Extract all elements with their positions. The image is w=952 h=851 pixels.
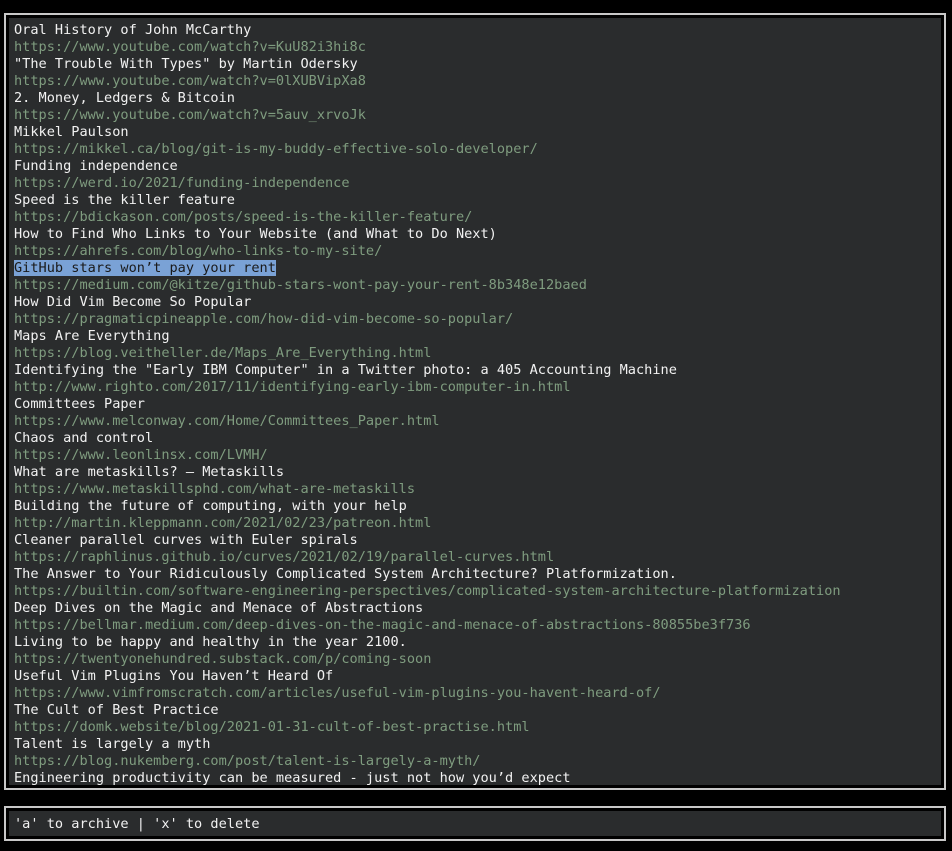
entry-title-text: Engineering productivity can be measured… — [14, 770, 571, 785]
entry-url[interactable]: https://www.metaskillsphd.com/what-are-m… — [14, 481, 941, 498]
list-item[interactable]: Identifying the "Early IBM Computer" in … — [14, 362, 941, 396]
entry-title: Engineering productivity can be measured… — [14, 770, 941, 785]
entry-url[interactable]: https://www.youtube.com/watch?v=5auv_xrv… — [14, 107, 941, 124]
list-item[interactable]: Talent is largely a myth https://blog.nuk… — [14, 736, 941, 770]
selected-entry-title: GitHub stars won’t pay your rent — [14, 260, 276, 276]
entry-title-text: Building the future of computing, with y… — [14, 498, 407, 514]
entry-title-text: The Cult of Best Practice — [14, 702, 219, 718]
entry-url[interactable]: http://www.righto.com/2017/11/identifyin… — [14, 379, 941, 396]
entry-title: Mikkel Paulson — [14, 124, 941, 141]
reading-list-pane: Oral History of John McCarthy https://www… — [4, 13, 946, 790]
entry-title: Committees Paper — [14, 396, 941, 413]
entry-title-text: Talent is largely a myth — [14, 736, 211, 752]
entry-url[interactable]: https://werd.io/2021/funding-independenc… — [14, 175, 941, 192]
list-item[interactable]: "The Trouble With Types" by Martin Oders… — [14, 56, 941, 90]
entry-title: How Did Vim Become So Popular — [14, 294, 941, 311]
entry-url[interactable]: https://raphlinus.github.io/curves/2021/… — [14, 549, 941, 566]
entry-title-text: Useful Vim Plugins You Haven’t Heard Of — [14, 668, 334, 684]
entry-title: Deep Dives on the Magic and Menace of Ab… — [14, 600, 941, 617]
list-item[interactable]: Deep Dives on the Magic and Menace of Ab… — [14, 600, 941, 634]
entry-title: Chaos and control — [14, 430, 941, 447]
list-item[interactable]: Cleaner parallel curves with Euler spira… — [14, 532, 941, 566]
list-item[interactable]: Useful Vim Plugins You Haven’t Heard Of h… — [14, 668, 941, 702]
entry-title: The Cult of Best Practice — [14, 702, 941, 719]
entry-url[interactable]: https://mikkel.ca/blog/git-is-my-buddy-e… — [14, 141, 941, 158]
list-item[interactable]: Mikkel Paulson https://mikkel.ca/blog/git… — [14, 124, 941, 158]
entry-title-text: How to Find Who Links to Your Website (a… — [14, 226, 497, 242]
entry-title-text: Deep Dives on the Magic and Menace of Ab… — [14, 600, 424, 616]
entry-url[interactable]: https://blog.nukemberg.com/post/talent-i… — [14, 753, 941, 770]
entry-url[interactable]: https://www.melconway.com/Home/Committee… — [14, 413, 941, 430]
entry-title-text: Cleaner parallel curves with Euler spira… — [14, 532, 358, 548]
entry-title: Cleaner parallel curves with Euler spira… — [14, 532, 941, 549]
list-item[interactable]: How Did Vim Become So Popular https://pra… — [14, 294, 941, 328]
list-item[interactable]: GitHub stars won’t pay your rent https://… — [14, 260, 941, 294]
entry-title: Funding independence — [14, 158, 941, 175]
entry-title: The Answer to Your Ridiculously Complica… — [14, 566, 941, 583]
entry-title: Oral History of John McCarthy — [14, 22, 941, 39]
entry-title-text: Oral History of John McCarthy — [14, 22, 252, 38]
entry-url[interactable]: https://pragmaticpineapple.com/how-did-v… — [14, 311, 941, 328]
entry-title: How to Find Who Links to Your Website (a… — [14, 226, 941, 243]
entry-title: Useful Vim Plugins You Haven’t Heard Of — [14, 668, 941, 685]
entry-title-text: Maps Are Everything — [14, 328, 170, 344]
entry-title: Talent is largely a myth — [14, 736, 941, 753]
list-item[interactable]: Oral History of John McCarthy https://www… — [14, 22, 941, 56]
entry-title-text: Speed is the killer feature — [14, 192, 235, 208]
entry-title-text: Funding independence — [14, 158, 178, 174]
entry-title-text: What are metaskills? — Metaskills — [14, 464, 285, 480]
list-item[interactable]: How to Find Who Links to Your Website (a… — [14, 226, 941, 260]
entry-title: GitHub stars won’t pay your rent — [14, 260, 941, 277]
entry-title: Identifying the "Early IBM Computer" in … — [14, 362, 941, 379]
list-item[interactable]: What are metaskills? — Metaskills https:/… — [14, 464, 941, 498]
reading-list: Oral History of John McCarthy https://www… — [14, 22, 941, 785]
entry-title-text: Identifying the "Early IBM Computer" in … — [14, 362, 677, 378]
entry-title: Building the future of computing, with y… — [14, 498, 941, 515]
entry-url[interactable]: https://bdickason.com/posts/speed-is-the… — [14, 209, 941, 226]
list-item[interactable]: The Cult of Best Practice https://domk.we… — [14, 702, 941, 736]
entry-title: 2. Money, Ledgers & Bitcoin — [14, 90, 941, 107]
entry-url[interactable]: https://bellmar.medium.com/deep-dives-on… — [14, 617, 941, 634]
entry-url[interactable]: https://blog.veitheller.de/Maps_Are_Ever… — [14, 345, 941, 362]
entry-url[interactable]: https://ahrefs.com/blog/who-links-to-my-… — [14, 243, 941, 260]
entry-title: Maps Are Everything — [14, 328, 941, 345]
entry-title-text: "The Trouble With Types" by Martin Oders… — [14, 56, 358, 72]
entry-title-text: Mikkel Paulson — [14, 124, 129, 140]
entry-title: Speed is the killer feature — [14, 192, 941, 209]
reading-list-viewport[interactable]: Oral History of John McCarthy https://www… — [9, 18, 941, 785]
list-item[interactable]: Speed is the killer feature https://bdick… — [14, 192, 941, 226]
list-item[interactable]: The Answer to Your Ridiculously Complica… — [14, 566, 941, 600]
entry-title: Living to be happy and healthy in the ye… — [14, 634, 941, 651]
status-bar-inner: 'a' to archive | 'x' to delete — [9, 811, 941, 836]
entry-url[interactable]: https://domk.website/blog/2021-01-31-cul… — [14, 719, 941, 736]
entry-url[interactable]: https://medium.com/@kitze/github-stars-w… — [14, 277, 941, 294]
entry-title-text: Committees Paper — [14, 396, 145, 412]
entry-url[interactable]: https://www.vimfromscratch.com/articles/… — [14, 685, 941, 702]
entry-url[interactable]: https://www.youtube.com/watch?v=0lXUBVip… — [14, 73, 941, 90]
entry-title: What are metaskills? — Metaskills — [14, 464, 941, 481]
entry-title: "The Trouble With Types" by Martin Oders… — [14, 56, 941, 73]
entry-url[interactable]: https://twentyonehundred.substack.com/p/… — [14, 651, 941, 668]
entry-url[interactable]: http://martin.kleppmann.com/2021/02/23/p… — [14, 515, 941, 532]
entry-title-text: 2. Money, Ledgers & Bitcoin — [14, 90, 235, 106]
entry-title-text: Living to be happy and healthy in the ye… — [14, 634, 407, 650]
entry-title-text: Chaos and control — [14, 430, 154, 446]
entry-url[interactable]: https://builtin.com/software-engineering… — [14, 583, 941, 600]
list-item[interactable]: Building the future of computing, with y… — [14, 498, 941, 532]
keybinding-hint: 'a' to archive | 'x' to delete — [14, 816, 260, 832]
entry-url[interactable]: https://www.leonlinsx.com/LVMH/ — [14, 447, 941, 464]
list-item[interactable]: Living to be happy and healthy in the ye… — [14, 634, 941, 668]
entry-title-text: How Did Vim Become So Popular — [14, 294, 252, 310]
list-item[interactable]: Chaos and control https://www.leonlinsx.c… — [14, 430, 941, 464]
status-bar: 'a' to archive | 'x' to delete — [4, 806, 946, 841]
list-item[interactable]: Committees Paper https://www.melconway.co… — [14, 396, 941, 430]
entry-title-text: The Answer to Your Ridiculously Complica… — [14, 566, 677, 582]
list-item[interactable]: Maps Are Everything https://blog.veithell… — [14, 328, 941, 362]
list-item[interactable]: Funding independence https://werd.io/2021… — [14, 158, 941, 192]
entry-url[interactable]: https://www.youtube.com/watch?v=KuU82i3h… — [14, 39, 941, 56]
list-item[interactable]: Engineering productivity can be measured… — [14, 770, 941, 785]
list-item[interactable]: 2. Money, Ledgers & Bitcoin https://www.y… — [14, 90, 941, 124]
